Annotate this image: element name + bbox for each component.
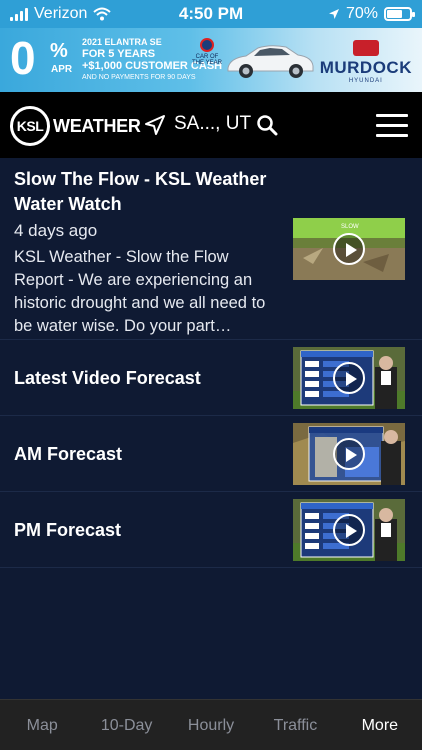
article-title: Latest Video Forecast — [14, 368, 201, 388]
list-item[interactable]: Slow The Flow - KSL Weather Water Watch … — [0, 158, 422, 340]
video-thumbnail[interactable]: SLOW — [293, 218, 405, 280]
tab-more[interactable]: More — [338, 700, 422, 750]
ksl-weather-logo[interactable]: KSL WEATHER — [10, 106, 141, 146]
article-date: 4 days ago — [14, 221, 98, 240]
battery-percent: 70% — [345, 5, 378, 22]
video-list: Slow The Flow - KSL Weather Water Watch … — [0, 158, 422, 568]
car-image — [227, 45, 314, 78]
bottom-tab-bar: Map 10-Day Hourly Traffic More — [0, 699, 422, 750]
ad-zero-percent: 0 — [10, 32, 36, 84]
ksl-logo-mark: KSL — [10, 106, 50, 146]
dealer-name: MURDOCK — [319, 58, 412, 77]
hamburger-menu-icon[interactable] — [376, 114, 408, 138]
article-description: KSL Weather - Slow the Flow Report - We … — [14, 248, 266, 335]
app-header: KSL WEATHER SA..., UT — [0, 92, 422, 158]
article-title: AM Forecast — [14, 444, 123, 464]
ad-banner[interactable]: 0 % APR 2021 ELANTRA SE FOR 5 YEARS +$1,… — [0, 28, 422, 92]
svg-text:SLOW: SLOW — [341, 224, 359, 230]
article-title: Slow The Flow - KSL Weather Water Watch — [14, 169, 267, 214]
location-arrow-icon[interactable] — [144, 114, 166, 136]
ksl-logo-text: WEATHER — [53, 115, 141, 136]
dealer-mark-icon — [352, 40, 379, 56]
location-services-icon — [328, 9, 339, 19]
ad-apr: APR — [51, 64, 73, 75]
play-icon — [333, 362, 365, 394]
tab-map[interactable]: Map — [0, 700, 84, 750]
play-icon — [333, 233, 365, 265]
tab-traffic[interactable]: Traffic — [253, 700, 337, 750]
article-title: PM Forecast — [14, 520, 122, 540]
award-label: CAR OF THE YEAR — [192, 54, 222, 66]
award-medal-icon — [200, 38, 214, 52]
award-badge: CAR OF THE YEAR — [190, 38, 224, 78]
tab-hourly[interactable]: Hourly — [169, 700, 253, 750]
video-thumbnail[interactable] — [293, 499, 405, 561]
play-icon — [333, 514, 365, 546]
location-label[interactable]: SA..., UT — [174, 113, 251, 135]
dealer-logo: MURDOCK HYUNDAI — [320, 40, 412, 84]
ad-percent-sign: % — [50, 40, 68, 62]
list-item[interactable]: Latest Video Forecast — [0, 340, 422, 416]
list-item[interactable]: PM Forecast — [0, 492, 422, 568]
tab-10-day[interactable]: 10-Day — [84, 700, 168, 750]
video-thumbnail[interactable] — [293, 423, 405, 485]
play-icon — [333, 438, 365, 470]
battery-icon — [384, 7, 415, 21]
list-item[interactable]: AM Forecast — [0, 416, 422, 492]
dealer-subtitle: HYUNDAI — [348, 78, 383, 84]
search-icon[interactable] — [256, 114, 278, 136]
status-bar: Verizon 4:50 PM 70% — [0, 0, 422, 28]
video-thumbnail[interactable] — [293, 347, 405, 409]
